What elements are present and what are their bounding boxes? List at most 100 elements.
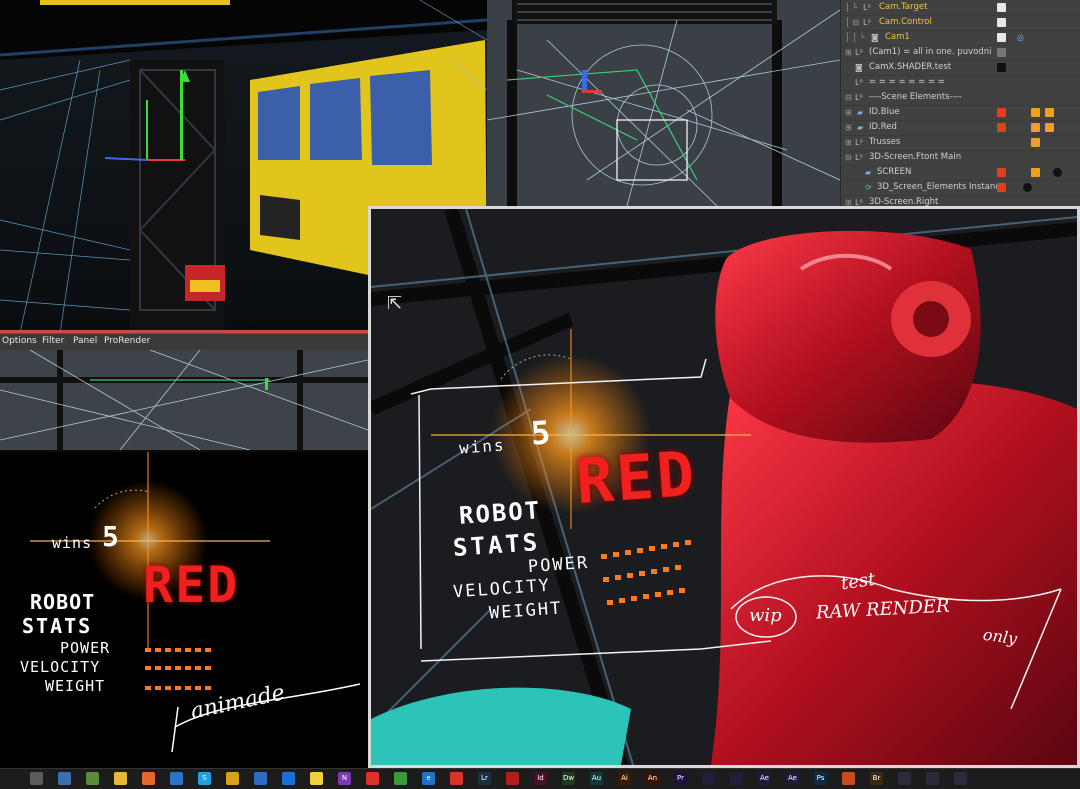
chrome-icon[interactable] — [226, 772, 239, 785]
media-encoder-2-icon[interactable] — [730, 772, 743, 785]
indesign-icon[interactable]: Id — [534, 772, 547, 785]
expand-icon[interactable]: ⊞ — [845, 120, 852, 135]
ie-icon[interactable]: e — [422, 772, 435, 785]
object-row[interactable]: ▰ SCREEN — [841, 165, 1080, 181]
lobster-icon[interactable] — [842, 772, 855, 785]
object-row[interactable]: ⊞ L⁰ (Cam1) = all in one. puvodni — [841, 45, 1080, 61]
calculator-icon[interactable] — [30, 772, 43, 785]
teamviewer-icon[interactable] — [282, 772, 295, 785]
object-row[interactable]: ◙ CamX.SHADER.test — [841, 60, 1080, 76]
animate-icon[interactable]: An — [646, 772, 659, 785]
object-row[interactable]: ⊞ L⁰ 3D-Screen.Right — [841, 195, 1080, 206]
cinema4d-2-icon[interactable] — [926, 772, 939, 785]
material-tag-icon[interactable] — [997, 168, 1006, 177]
minecraft-icon[interactable] — [86, 772, 99, 785]
material-tag-icon[interactable] — [997, 33, 1006, 42]
bridge-icon[interactable]: Br — [870, 772, 883, 785]
after-effects-2-icon[interactable]: Ae — [786, 772, 799, 785]
texture-tag-icon[interactable] — [1031, 108, 1040, 117]
material-tag-icon[interactable] — [997, 108, 1006, 117]
texture-tag-icon[interactable] — [1045, 123, 1054, 132]
object-manager[interactable]: │ └ L⁰ Cam.Target │ ⊟ L⁰ Cam.Control │ │… — [840, 0, 1080, 206]
mail-icon[interactable] — [254, 772, 267, 785]
lightroom-icon[interactable]: Lr — [478, 772, 491, 785]
null-object-icon: L⁰ — [855, 138, 863, 147]
object-row[interactable]: ⊟ L⁰ ----Scene Elements---- — [841, 90, 1080, 106]
material-tag-icon[interactable] — [997, 183, 1006, 192]
team-name: RED — [143, 556, 240, 614]
menu-panel[interactable]: Panel — [73, 336, 97, 346]
camera-icon: ◙ — [871, 33, 879, 42]
material-tag-icon[interactable] — [997, 123, 1006, 132]
expand-icon[interactable]: ⊞ — [845, 45, 852, 60]
null-object-icon: L⁰ — [855, 153, 863, 162]
texture-tag-icon[interactable] — [1031, 123, 1040, 132]
menu-prorender[interactable]: ProRender — [104, 336, 150, 346]
polygon-object-icon: ▰ — [857, 123, 864, 132]
null-object-icon: L⁰ — [863, 18, 871, 27]
wireframe-viewport[interactable] — [487, 0, 840, 206]
viewport-menu-bar: Options Filter Panel ProRender — [0, 333, 368, 351]
secondary-viewport[interactable] — [0, 350, 368, 450]
creative-cloud-icon[interactable] — [450, 772, 463, 785]
object-row[interactable]: │ │ └ ◙ Cam1 ◎ — [841, 30, 1080, 46]
tag-icon[interactable] — [997, 48, 1006, 57]
expand-icon[interactable]: ⊞ — [845, 195, 852, 206]
target-tag-icon[interactable]: ◎ — [1017, 30, 1024, 45]
camera-icon: ◙ — [855, 63, 863, 72]
save-icon[interactable] — [58, 772, 71, 785]
object-row[interactable]: ⊞ ▰ ID.Red — [841, 120, 1080, 136]
skype-icon[interactable]: S — [198, 772, 211, 785]
cinema4d-3-icon[interactable] — [954, 772, 967, 785]
texture-tag-icon[interactable] — [1045, 108, 1054, 117]
texture-tag-icon[interactable] — [1031, 138, 1040, 147]
firefox-icon[interactable] — [142, 772, 155, 785]
object-row[interactable]: ⊞ L⁰ Trusses — [841, 135, 1080, 151]
media-encoder-icon[interactable] — [702, 772, 715, 785]
null-object-icon: L⁰ — [855, 78, 863, 87]
render-large-graphic — [371, 209, 1077, 765]
object-name: (Cam1) = all in one. puvodni — [869, 47, 992, 57]
sphere-tag-icon[interactable] — [1023, 183, 1032, 192]
premiere-icon[interactable]: Pr — [674, 772, 687, 785]
render-preview-small: wins 5 RED ROBOT STATS POWER VELOCITY WE… — [0, 452, 368, 768]
expand-icon[interactable]: ⊞ — [845, 105, 852, 120]
photoshop-icon[interactable]: Ps — [814, 772, 827, 785]
wins-label: wins — [458, 435, 507, 458]
polygon-object-icon: ▰ — [857, 108, 864, 117]
maps-icon[interactable] — [366, 772, 379, 785]
material-tag-icon[interactable] — [997, 63, 1006, 72]
material-tag-icon[interactable] — [997, 18, 1006, 27]
audition-icon[interactable]: Au — [590, 772, 603, 785]
expand-icon[interactable]: ⊟ — [845, 90, 852, 105]
camtasia-icon[interactable] — [394, 772, 407, 785]
onenote-icon[interactable]: N — [338, 772, 351, 785]
stat-velocity: VELOCITY — [20, 658, 101, 676]
cinema4d-icon[interactable] — [898, 772, 911, 785]
object-name: Cam.Target — [879, 2, 928, 12]
folder-icon[interactable] — [114, 772, 127, 785]
expand-icon[interactable]: ⊞ — [845, 135, 852, 150]
illustrator-icon[interactable]: Ai — [618, 772, 631, 785]
object-name: Cam1 — [885, 32, 910, 42]
polygon-object-icon: ▰ — [865, 168, 872, 177]
acrobat-icon[interactable] — [506, 772, 519, 785]
object-row[interactable]: │ └ L⁰ Cam.Target — [841, 0, 1080, 16]
null-object-icon: L⁰ — [855, 48, 863, 57]
sticky-notes-icon[interactable] — [310, 772, 323, 785]
edge-icon[interactable] — [170, 772, 183, 785]
object-row[interactable]: │ ⊟ L⁰ Cam.Control — [841, 15, 1080, 31]
expand-icon[interactable]: ⊟ — [845, 150, 852, 165]
menu-options[interactable]: Options — [2, 336, 37, 346]
texture-tag-icon[interactable] — [1031, 168, 1040, 177]
sphere-tag-icon[interactable] — [1053, 168, 1062, 177]
object-row[interactable]: ⟳ 3D_Screen_Elements Instance — [841, 180, 1080, 196]
after-effects-icon[interactable]: Ae — [758, 772, 771, 785]
material-tag-icon[interactable] — [997, 3, 1006, 12]
object-name: CamX.SHADER.test — [869, 62, 952, 72]
object-row[interactable]: ⊟ L⁰ 3D-Screen.Ftont Main — [841, 150, 1080, 166]
menu-filter[interactable]: Filter — [42, 336, 64, 346]
object-row[interactable]: ⊞ ▰ ID.Blue — [841, 105, 1080, 121]
object-row[interactable]: L⁰ = = = = = = = = — [841, 75, 1080, 91]
dreamweaver-icon[interactable]: Dw — [562, 772, 575, 785]
